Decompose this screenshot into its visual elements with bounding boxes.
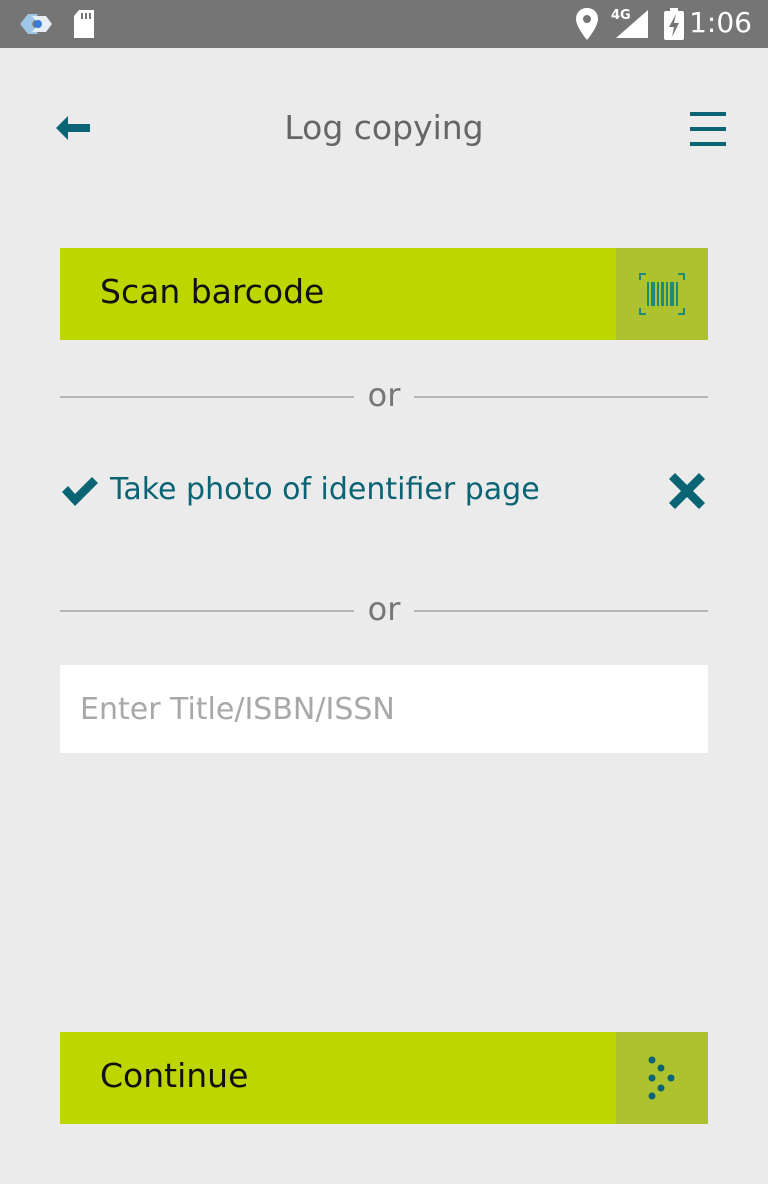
or-label: or	[367, 376, 401, 414]
sd-card-icon	[74, 10, 94, 38]
hamburger-menu-icon[interactable]	[686, 108, 730, 152]
barcode-icon	[639, 273, 685, 315]
dotted-arrow-icon	[648, 1056, 675, 1100]
or-divider: or	[60, 590, 708, 630]
status-bar: 4G 1:06	[0, 0, 768, 48]
battery-charging-icon	[664, 8, 684, 40]
title-isbn-issn-input[interactable]	[60, 665, 708, 753]
divider-line	[414, 610, 708, 612]
scan-barcode-button[interactable]: Scan barcode	[60, 248, 708, 340]
take-photo-link[interactable]: Take photo of identifier page	[110, 472, 540, 507]
continue-icon-panel	[616, 1032, 708, 1124]
continue-button[interactable]: Continue	[60, 1032, 708, 1124]
close-icon[interactable]	[666, 470, 708, 512]
checkmark-icon	[62, 477, 98, 506]
photo-identifier-row: Take photo of identifier page	[60, 470, 708, 520]
location-icon	[576, 8, 598, 40]
continue-label: Continue	[100, 1056, 249, 1095]
signal-icon	[616, 10, 648, 38]
divider-line	[414, 396, 708, 398]
app-notification-icon	[20, 14, 52, 34]
or-label: or	[367, 590, 401, 628]
page-title: Log copying	[284, 108, 484, 147]
scan-barcode-label: Scan barcode	[100, 272, 325, 311]
or-divider: or	[60, 376, 708, 416]
scan-icon-panel	[616, 248, 708, 340]
clock: 1:06	[689, 6, 752, 39]
divider-line	[60, 396, 354, 398]
divider-line	[60, 610, 354, 612]
